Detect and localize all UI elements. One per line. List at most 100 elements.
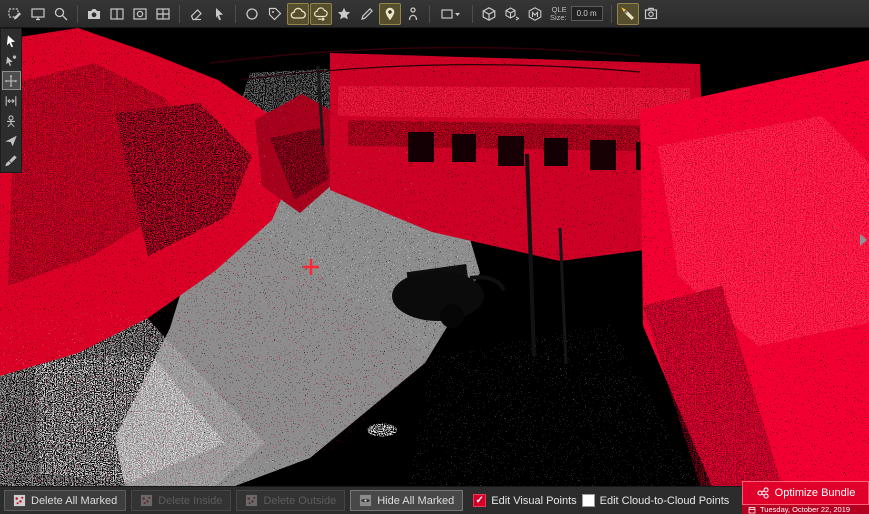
viewpoint-person-icon: [4, 114, 18, 128]
cube-m-icon: [527, 6, 543, 22]
measure-icon: [4, 94, 18, 108]
marked-points-icon: [245, 494, 258, 507]
quad-view-button[interactable]: [152, 3, 174, 25]
bubble-view-button[interactable]: [129, 3, 151, 25]
bubble-view-icon: [132, 6, 148, 22]
cube-measure-button[interactable]: [524, 3, 546, 25]
edit-visual-points-label: Edit Visual Points: [491, 495, 576, 507]
mark-edit-tool-button[interactable]: [4, 3, 26, 25]
layout-dropdown-icon: [440, 6, 462, 22]
eraser-icon: [188, 6, 204, 22]
cloud-icon: [290, 6, 306, 22]
mark-edit-icon: [7, 6, 23, 22]
point-cloud-scene: [0, 28, 869, 486]
toolbar-separator: [179, 5, 180, 23]
cloud-to-cloud-button[interactable]: [310, 3, 332, 25]
measure-distance-button[interactable]: [2, 91, 21, 110]
qle-size-label: QLE Size:: [550, 6, 567, 22]
edit-cloud-to-cloud-label: Edit Cloud-to-Cloud Points: [600, 495, 730, 507]
split-view-button[interactable]: [106, 3, 128, 25]
capture-icon: [643, 6, 659, 22]
cube-link-button[interactable]: [501, 3, 523, 25]
bottom-toolbar: Delete All Marked Delete Inside Delete O…: [0, 486, 869, 514]
qle-size-value[interactable]: 0.0 m: [571, 6, 603, 21]
viewport-3d[interactable]: [0, 28, 869, 486]
optimize-bundle-button[interactable]: Optimize Bundle: [742, 481, 869, 505]
toolbar-separator: [611, 5, 612, 23]
view-layout-dropdown-button[interactable]: [435, 3, 467, 25]
screen-icon: [30, 6, 46, 22]
panel-expand-chevron[interactable]: [860, 234, 867, 246]
camera-icon: [86, 6, 102, 22]
pen-mark-button[interactable]: [356, 3, 378, 25]
toolbar-separator: [429, 5, 430, 23]
cloud-mark-button[interactable]: [287, 3, 309, 25]
select-points-button[interactable]: [2, 51, 21, 70]
quad-view-icon: [155, 6, 171, 22]
pointer-star-icon: [4, 54, 18, 68]
capture-view-button[interactable]: [640, 3, 662, 25]
cursor-select-button[interactable]: [208, 3, 230, 25]
delete-outside-label: Delete Outside: [263, 495, 336, 507]
person-rotate-button[interactable]: [402, 3, 424, 25]
checkbox-checked-icon[interactable]: ✓: [473, 494, 486, 507]
tag-mark-icon: [267, 6, 283, 22]
fly-navigate-button[interactable]: [2, 131, 21, 150]
hide-all-marked-button[interactable]: Hide All Marked: [350, 490, 463, 511]
delete-outside-button[interactable]: Delete Outside: [236, 490, 345, 511]
pointer-icon: [4, 34, 18, 48]
paint-brush-icon: [4, 154, 18, 168]
delete-inside-label: Delete Inside: [158, 495, 222, 507]
camera-button[interactable]: [83, 3, 105, 25]
paper-plane-icon: [4, 134, 18, 148]
cube-icon: [481, 6, 497, 22]
check-glyph: ✓: [476, 496, 484, 506]
flashlight-button[interactable]: [617, 3, 639, 25]
zoom-icon: [53, 6, 69, 22]
marked-points-icon: [13, 494, 26, 507]
cube-view-button[interactable]: [478, 3, 500, 25]
select-pointer-button[interactable]: [2, 31, 21, 50]
eraser-button[interactable]: [185, 3, 207, 25]
tag-mark-button[interactable]: [264, 3, 286, 25]
pen-icon: [359, 6, 375, 22]
pin-mark-button[interactable]: [379, 3, 401, 25]
optimize-date-text: Tuesday, October 22, 2019: [760, 505, 850, 514]
toolbar-separator: [472, 5, 473, 23]
screen-view-button[interactable]: [27, 3, 49, 25]
circle-mark-button[interactable]: [241, 3, 263, 25]
zoom-region-button[interactable]: [50, 3, 72, 25]
left-tool-palette: [0, 28, 22, 173]
marked-points-icon: [140, 494, 153, 507]
cube-link-icon: [504, 6, 520, 22]
optimize-bundle-label: Optimize Bundle: [775, 487, 856, 499]
calendar-icon: [748, 506, 756, 514]
crosshair-icon: [4, 74, 18, 88]
optimize-panel: Optimize Bundle Tuesday, October 22, 201…: [742, 481, 869, 514]
delete-inside-button[interactable]: Delete Inside: [131, 490, 231, 511]
split-view-icon: [109, 6, 125, 22]
hide-marked-icon: [359, 494, 372, 507]
pin-icon: [382, 6, 398, 22]
star-icon: [336, 6, 352, 22]
delete-all-marked-button[interactable]: Delete All Marked: [4, 490, 126, 511]
optimize-date-row: Tuesday, October 22, 2019: [742, 505, 869, 514]
viewpoint-button[interactable]: [2, 111, 21, 130]
checkbox-unchecked-icon[interactable]: [582, 494, 595, 507]
person-icon: [405, 6, 421, 22]
star-mark-button[interactable]: [333, 3, 355, 25]
toolbar-separator: [235, 5, 236, 23]
edit-visual-points-checkbox[interactable]: ✓ Edit Visual Points: [473, 494, 576, 507]
edit-cloud-to-cloud-checkbox[interactable]: Edit Cloud-to-Cloud Points: [582, 494, 730, 507]
pan-crosshair-button[interactable]: [2, 71, 21, 90]
top-toolbar: QLE Size: 0.0 m: [0, 0, 869, 28]
delete-all-marked-label: Delete All Marked: [31, 495, 117, 507]
toolbar-separator: [77, 5, 78, 23]
circle-mark-icon: [244, 6, 260, 22]
paint-select-button[interactable]: [2, 151, 21, 170]
hide-all-marked-label: Hide All Marked: [377, 495, 454, 507]
bundle-icon: [756, 486, 770, 500]
flashlight-icon: [620, 6, 636, 22]
cloud-sync-icon: [313, 6, 329, 22]
qle-size-control: QLE Size: 0.0 m: [550, 6, 603, 22]
